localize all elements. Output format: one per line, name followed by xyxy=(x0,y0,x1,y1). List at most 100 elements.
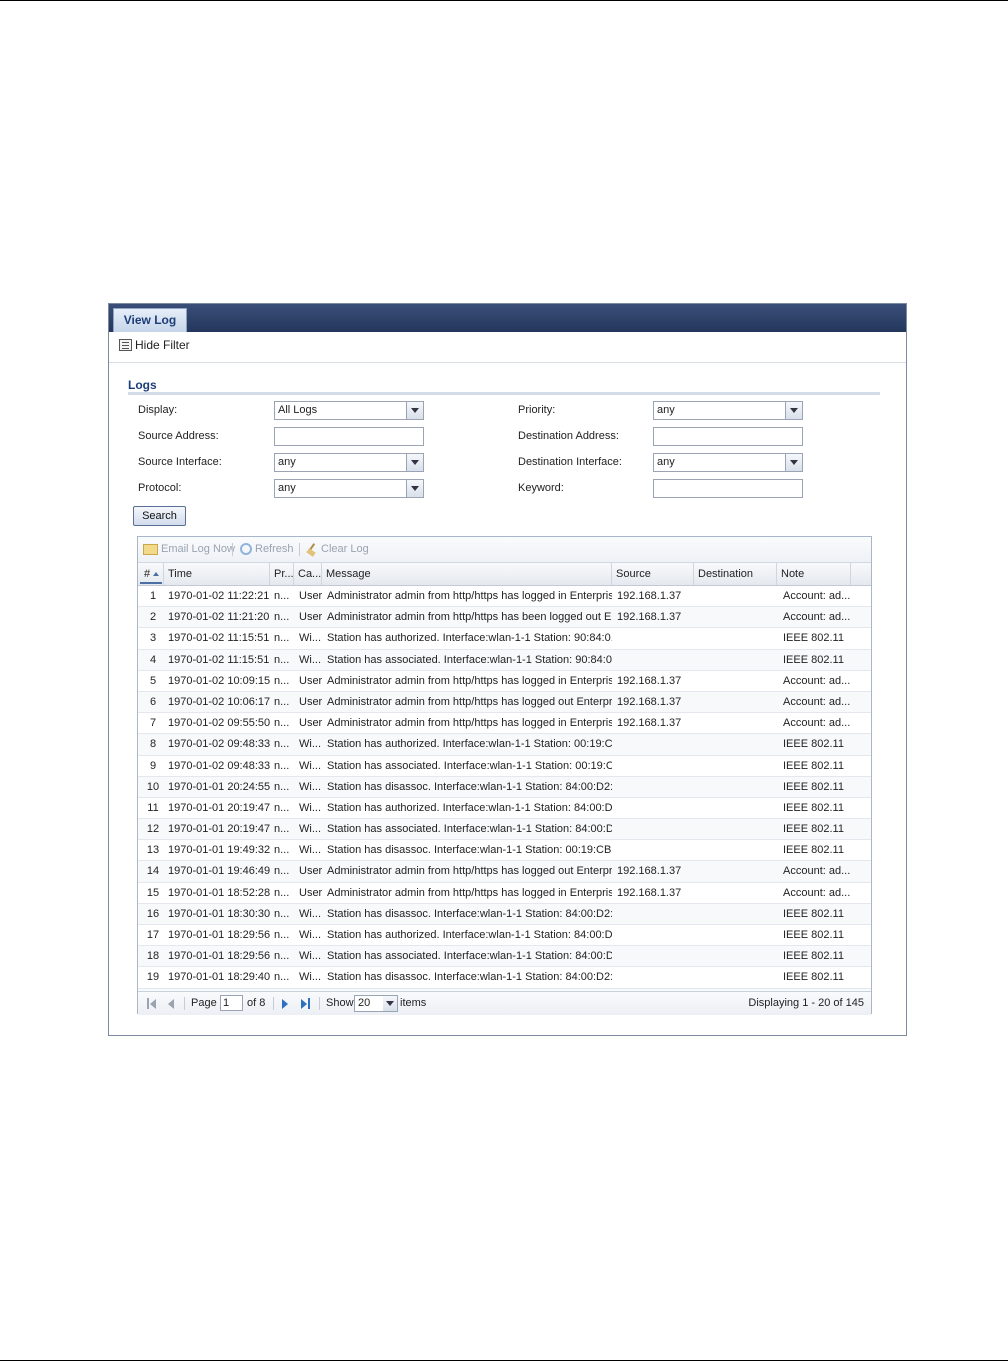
cell-time: 1970-01-01 20:19:47 xyxy=(168,823,270,836)
cell-number: 4 xyxy=(149,653,157,666)
keyword-label: Keyword: xyxy=(518,482,564,494)
cell-source xyxy=(617,819,693,839)
cell-number: 17 xyxy=(146,929,160,941)
cell-time: 1970-01-02 10:06:17 xyxy=(168,695,270,708)
cell-destination xyxy=(698,692,776,712)
table-row[interactable]: 17 1970-01-01 18:29:56 n... Wi... Station ha… xyxy=(138,925,871,947)
cell-note: Account: ad... xyxy=(783,695,851,708)
column-header-source[interactable]: Source xyxy=(612,563,694,585)
email-log-now-button[interactable]: Email Log Now xyxy=(143,543,235,555)
column-header-number[interactable]: # xyxy=(138,563,164,585)
table-row[interactable]: 10 1970-01-01 20:24:55 n... Wi... Station ha… xyxy=(138,776,871,798)
table-row[interactable]: 15 1970-01-01 18:52:28 n... User Administrat… xyxy=(138,883,871,904)
table-row[interactable]: 2 1970-01-02 11:21:20 n... User Administrato… xyxy=(138,607,871,629)
chevron-down-icon xyxy=(785,454,802,471)
cell-destination xyxy=(698,586,776,606)
display-label: Display: xyxy=(138,404,178,416)
table-row[interactable]: 9 1970-01-02 09:48:33 n... Wi... Station has… xyxy=(138,756,871,777)
column-header-note[interactable]: Note xyxy=(777,563,851,585)
grid-toolbar: Email Log Now Refresh Clear Log xyxy=(138,537,871,563)
column-number-label: # xyxy=(144,568,151,580)
cell-number: 11 xyxy=(147,801,159,814)
column-header-priority[interactable]: Pr... xyxy=(270,563,294,585)
last-page-icon[interactable] xyxy=(308,998,310,1009)
cell-source: 192.168.1.37 xyxy=(617,674,682,687)
destination-address-input[interactable] xyxy=(653,427,803,446)
table-row[interactable]: 14 1970-01-01 19:46:49 n... User Administrat… xyxy=(138,861,871,883)
cell-message: Station has associated. Interface:wlan-1… xyxy=(327,653,612,666)
cell-number: 3 xyxy=(149,632,157,645)
display-info: Displaying 1 - 20 of 145 xyxy=(748,997,864,1009)
toolbar-divider xyxy=(232,543,233,556)
table-row[interactable]: 11 1970-01-01 20:19:47 n... Wi... Station ha… xyxy=(138,798,871,820)
search-button[interactable]: Search xyxy=(133,506,186,526)
table-row[interactable]: 12 1970-01-01 20:19:47 n... Wi... Station ha… xyxy=(138,819,871,841)
priority-select[interactable]: any xyxy=(653,401,803,420)
page-size-value: 20 xyxy=(358,997,371,1009)
cell-category: Wi... xyxy=(299,907,321,920)
first-page-arrow[interactable] xyxy=(150,999,156,1009)
table-row[interactable]: 5 1970-01-02 10:09:15 n... User Administrato… xyxy=(138,671,871,692)
table-row[interactable]: 13 1970-01-01 19:49:32 n... Wi... Station ha… xyxy=(138,840,871,862)
table-row[interactable]: 1 1970-01-02 11:22:21 n... User Administrato… xyxy=(138,586,871,608)
email-log-now-label: Email Log Now xyxy=(161,543,235,555)
cell-category: Wi... xyxy=(299,738,321,751)
refresh-icon xyxy=(240,543,252,555)
table-row[interactable]: 16 1970-01-01 18:30:30 n... Wi... Station ha… xyxy=(138,903,871,925)
cell-time: 1970-01-01 18:52:28 xyxy=(168,886,270,899)
cell-source xyxy=(617,840,693,860)
refresh-button[interactable]: Refresh xyxy=(240,543,294,555)
table-row[interactable]: 18 1970-01-01 18:29:56 n... Wi... Station ha… xyxy=(138,946,871,968)
cell-time: 1970-01-01 18:29:56 xyxy=(168,950,270,963)
pager-divider xyxy=(184,997,185,1010)
cell-message: Administrator admin from http/https has … xyxy=(327,590,612,602)
keyword-input[interactable] xyxy=(653,479,803,498)
table-row[interactable]: 4 1970-01-02 11:15:51 n... Wi... Station has… xyxy=(138,649,871,671)
cell-priority: n... xyxy=(274,865,290,878)
cell-category: Wi... xyxy=(299,971,321,984)
last-page-arrow[interactable] xyxy=(301,999,307,1009)
hide-filter-button[interactable]: Hide Filter xyxy=(119,338,190,352)
prev-page-icon[interactable] xyxy=(168,999,174,1009)
tab-bar: View Log xyxy=(109,304,906,332)
cell-priority: n... xyxy=(274,759,290,772)
protocol-select[interactable]: any xyxy=(274,479,424,498)
column-header-time[interactable]: Time xyxy=(164,563,270,585)
priority-value: any xyxy=(657,404,675,416)
cell-source xyxy=(617,904,693,924)
cell-number: 16 xyxy=(146,907,160,920)
cell-time: 1970-01-02 09:48:33 xyxy=(168,738,270,751)
table-row[interactable]: 8 1970-01-02 09:48:33 n... Wi... Station has… xyxy=(138,734,871,756)
cell-note: IEEE 802.11 xyxy=(783,844,844,857)
display-select[interactable]: All Logs xyxy=(274,401,424,420)
cell-priority: n... xyxy=(274,801,290,814)
cell-category: Wi... xyxy=(299,844,321,857)
destination-interface-select[interactable]: any xyxy=(653,453,803,472)
cell-destination xyxy=(698,819,776,839)
tab-view-log[interactable]: View Log xyxy=(113,308,187,332)
pager-divider xyxy=(319,997,320,1010)
table-row[interactable]: 3 1970-01-02 11:15:51 n... Wi... Station has… xyxy=(138,628,871,650)
cell-message: Station has associated. Interface:wlan-1… xyxy=(327,759,612,772)
page-size-select[interactable]: 20 xyxy=(354,995,398,1012)
cell-note: Account: ad... xyxy=(783,865,851,878)
cell-note: IEEE 802.11 xyxy=(783,801,844,814)
column-header-message[interactable]: Message xyxy=(322,563,612,585)
column-header-category[interactable]: Ca... xyxy=(294,563,322,585)
page-input[interactable]: 1 xyxy=(220,995,243,1011)
clear-log-button[interactable]: Clear Log xyxy=(306,543,369,555)
next-page-icon[interactable] xyxy=(282,999,288,1009)
cell-source: 192.168.1.37 xyxy=(617,886,682,899)
cell-category: User xyxy=(299,695,323,708)
cell-destination xyxy=(698,904,776,924)
cell-priority: n... xyxy=(274,823,290,836)
source-interface-select[interactable]: any xyxy=(274,453,424,472)
table-row[interactable]: 7 1970-01-02 09:55:50 n... User Administrato… xyxy=(138,713,871,735)
table-row[interactable]: 6 1970-01-02 10:06:17 n... User Administrato… xyxy=(138,691,871,714)
first-page-icon[interactable] xyxy=(147,998,149,1009)
cell-destination xyxy=(698,628,776,648)
column-header-destination[interactable]: Destination xyxy=(694,563,777,585)
source-address-input[interactable] xyxy=(274,427,424,446)
cell-category: User xyxy=(299,865,323,878)
table-row[interactable]: 19 1970-01-01 18:29:40 n... Wi... Station ha… xyxy=(138,967,871,989)
